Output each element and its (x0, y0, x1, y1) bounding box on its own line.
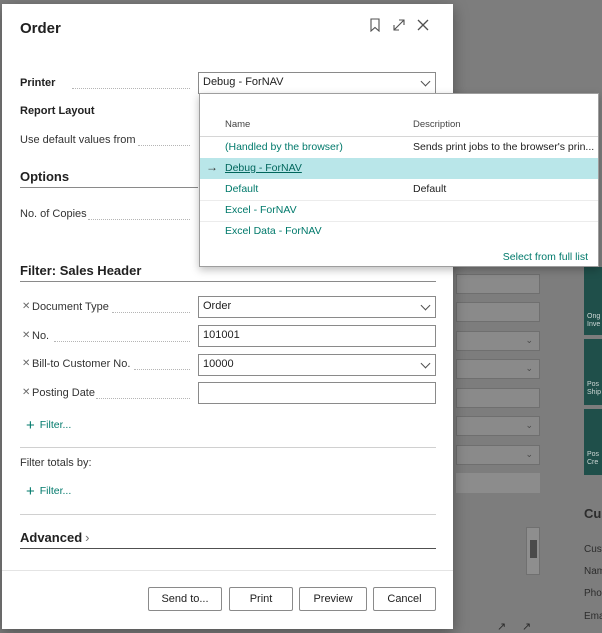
bg-tile: Ong Inve (584, 267, 602, 335)
column-header-name: Name (225, 119, 251, 130)
document-type-label: Document Type (32, 301, 109, 313)
report-layout-label: Report Layout (20, 105, 95, 117)
printer-option-name: Excel Data - ForNAV (225, 225, 322, 237)
bill-to-customer-label: Bill-to Customer No. (32, 358, 131, 370)
bookmark-icon[interactable] (366, 18, 384, 36)
advanced-section-title[interactable]: Advanced › (20, 530, 89, 545)
close-icon[interactable] (414, 18, 432, 36)
bg-field (456, 274, 540, 294)
print-button[interactable]: Print (229, 587, 293, 611)
printer-select[interactable]: Debug - ForNAV (198, 72, 436, 94)
footer-divider (2, 570, 453, 571)
chevron-down-icon (420, 358, 431, 369)
bill-to-customer-value: 10000 (203, 358, 234, 370)
printer-option-description: Sends print jobs to the browser's prin..… (413, 141, 595, 153)
chevron-right-icon: › (85, 530, 90, 545)
chevron-down-icon (420, 300, 431, 311)
dotted-leader (112, 312, 190, 313)
bg-tile: Pos Cre (584, 409, 602, 475)
plus-icon: + (26, 483, 35, 500)
bg-label: Cust (584, 544, 602, 555)
advanced-label: Advanced (20, 530, 83, 545)
preview-button[interactable]: Preview (299, 587, 367, 611)
expand-icon[interactable] (390, 18, 408, 36)
section-divider (20, 514, 436, 515)
chevron-down-icon (420, 76, 431, 87)
add-totals-filter-label: Filter... (39, 485, 72, 497)
bg-field: ⌄ (456, 359, 540, 379)
expand-icon: ↗ (522, 621, 532, 633)
dotted-leader (88, 219, 190, 220)
bg-field: ⌄ (456, 416, 540, 436)
dotted-leader (72, 88, 190, 89)
arrow-right-icon: → (206, 160, 218, 174)
bill-to-customer-select[interactable]: 10000 (198, 354, 436, 376)
bg-field: ⌄ (456, 445, 540, 465)
document-type-value: Order (203, 300, 232, 312)
filter-sales-header-title[interactable]: Filter: Sales Header (20, 263, 141, 278)
remove-filter-icon[interactable]: ✕ (22, 301, 30, 312)
default-values-label: Use default values from (20, 134, 136, 146)
options-section-title[interactable]: Options (20, 169, 69, 184)
remove-filter-icon[interactable]: ✕ (22, 358, 30, 369)
bg-label: Pho (584, 588, 602, 599)
no-field[interactable]: 101001 (198, 325, 436, 347)
dotted-leader (138, 145, 190, 146)
printer-option-selected[interactable]: → Debug - ForNAV (200, 158, 598, 179)
printer-option[interactable]: Default Default (200, 179, 598, 200)
no-label: No. (32, 330, 50, 342)
printer-option-name: Default (225, 183, 259, 195)
plus-icon: + (26, 417, 35, 434)
copies-label: No. of Copies (20, 208, 87, 220)
remove-filter-icon[interactable]: ✕ (22, 330, 30, 341)
bg-tile: Pos Ship (584, 339, 602, 405)
filter-totals-label: Filter totals by: (20, 457, 92, 469)
printer-value: Debug - ForNAV (203, 76, 284, 88)
remove-filter-icon[interactable]: ✕ (22, 387, 30, 398)
add-filter-link[interactable]: + Filter... (26, 417, 71, 434)
dotted-leader (96, 398, 190, 399)
share-icon: ↗ (497, 621, 507, 633)
bg-field (456, 388, 540, 408)
printer-label: Printer (20, 77, 56, 89)
no-value: 101001 (203, 329, 240, 341)
dotted-leader (54, 341, 190, 342)
posting-date-field[interactable] (198, 382, 436, 404)
cancel-button[interactable]: Cancel (373, 587, 436, 611)
printer-option[interactable]: (Handled by the browser) Sends print job… (200, 137, 598, 158)
bg-label: Ema (584, 611, 602, 622)
printer-option-name: (Handled by the browser) (225, 141, 343, 153)
bg-bar (456, 473, 540, 493)
bg-field (456, 302, 540, 322)
add-filter-label: Filter... (39, 419, 72, 431)
posting-date-label: Posting Date (32, 387, 95, 399)
column-header-description: Description (413, 119, 461, 130)
section-divider (20, 447, 436, 448)
dialog-title: Order (20, 20, 61, 37)
printer-option[interactable]: Excel - ForNAV (200, 200, 598, 221)
bg-label: Nam (584, 566, 602, 577)
printer-option-name: Excel - ForNAV (225, 204, 297, 216)
add-totals-filter-link[interactable]: + Filter... (26, 483, 71, 500)
section-divider (20, 548, 436, 549)
section-divider (20, 281, 436, 282)
dotted-leader (134, 369, 190, 370)
send-to-button[interactable]: Send to... (148, 587, 222, 611)
bg-scrollbar (526, 527, 540, 575)
document-type-select[interactable]: Order (198, 296, 436, 318)
printer-dropdown: Name Description (Handled by the browser… (199, 93, 599, 267)
section-divider (20, 187, 198, 188)
printer-option-name: Debug - ForNAV (225, 162, 302, 174)
bg-field: ⌄ (456, 331, 540, 351)
printer-option[interactable]: Excel Data - ForNAV (200, 221, 598, 242)
printer-option-description: Default (413, 183, 447, 195)
bg-section-title: Cus (584, 506, 602, 521)
select-from-full-list-link[interactable]: Select from full list (503, 251, 588, 263)
